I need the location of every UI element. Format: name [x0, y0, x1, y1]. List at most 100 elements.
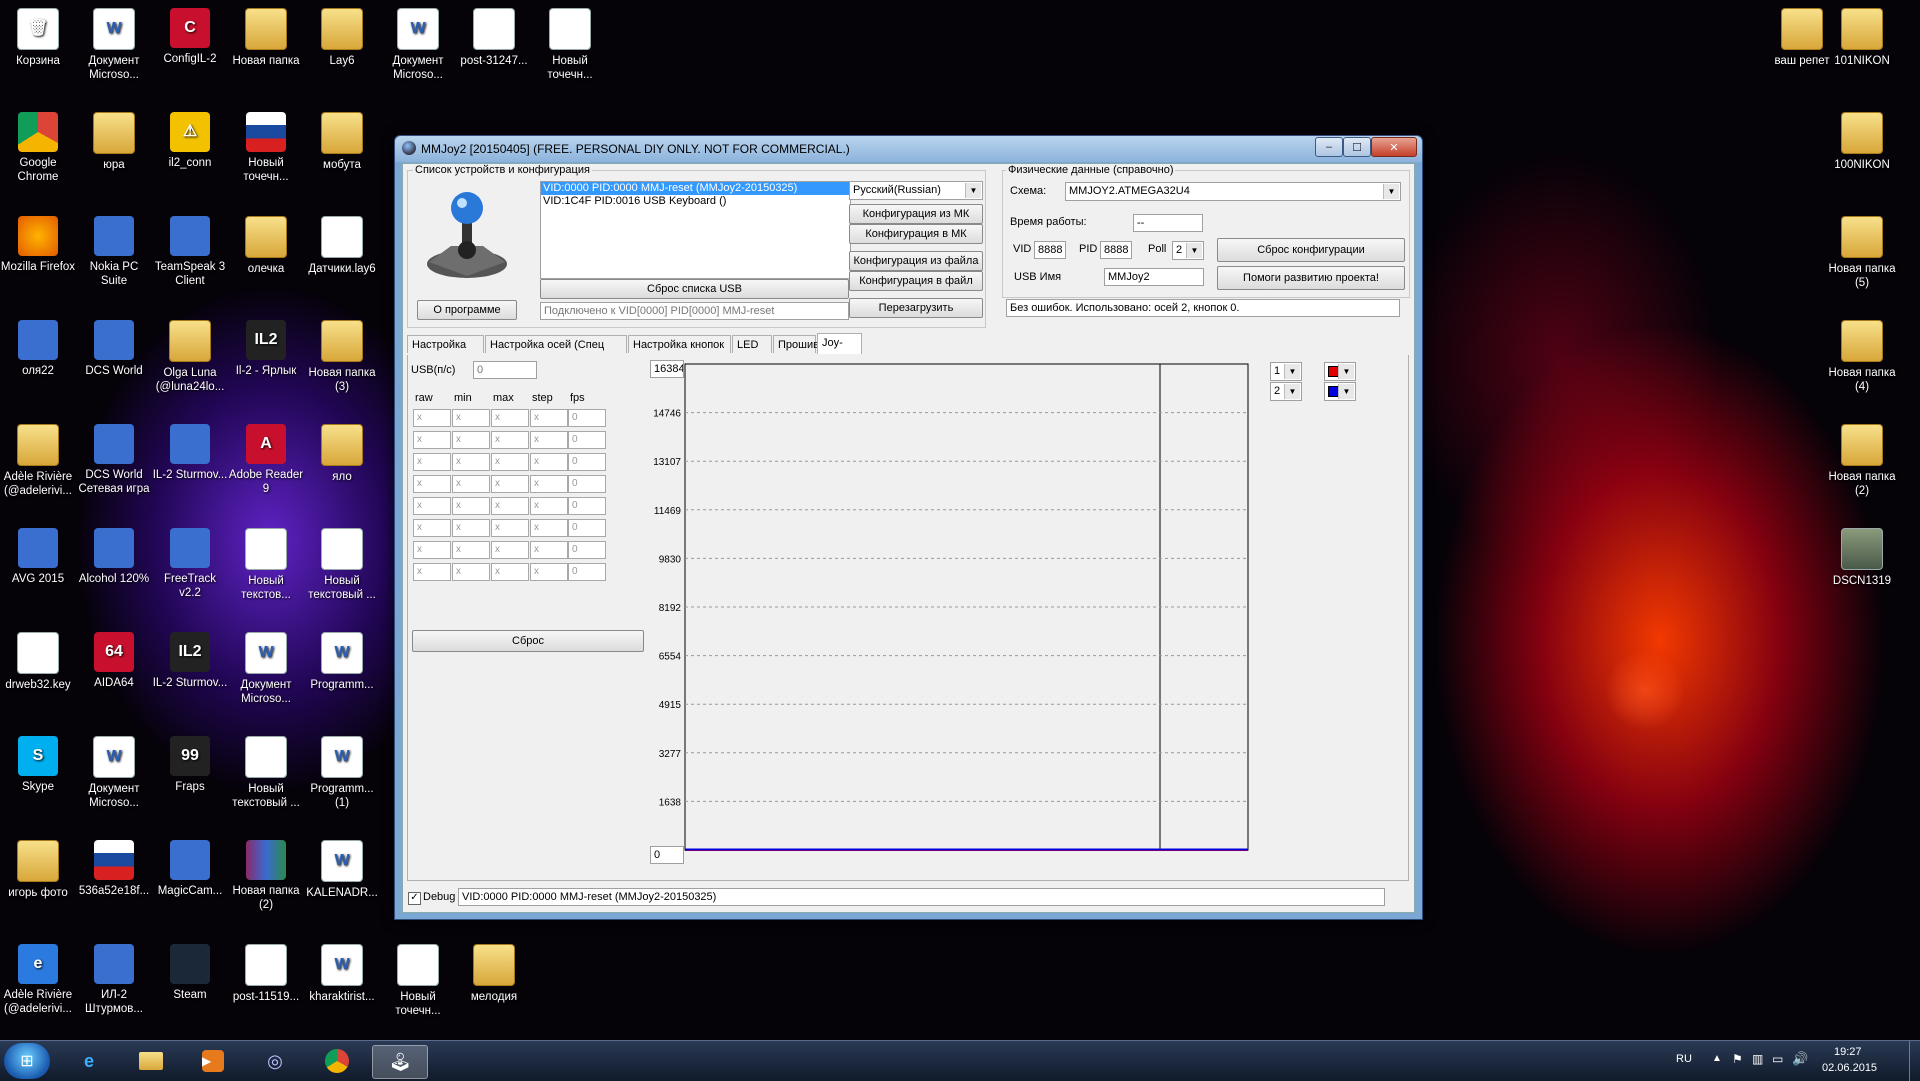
desktop-icon[interactable]: Новая папка — [228, 2, 304, 68]
desktop-icon[interactable]: AVG 2015 — [0, 522, 76, 586]
config-from-mk-button[interactable]: Конфигурация из МК — [849, 204, 983, 224]
power-icon[interactable]: ▭ — [1772, 1052, 1783, 1066]
taskbar-mmjoy[interactable]: 🕹 — [372, 1045, 428, 1079]
desktop-icon[interactable]: Новый точечн... — [532, 2, 608, 82]
tab-5[interactable]: Joy-tester — [817, 333, 862, 367]
desktop-icon[interactable]: IL-2 Sturmov... — [152, 418, 228, 482]
maximize-button[interactable]: ☐ — [1343, 137, 1371, 157]
desktop-icon[interactable]: TeamSpeak 3 Client — [152, 210, 228, 288]
flag-icon[interactable]: ⚑ — [1732, 1052, 1743, 1066]
desktop-icon[interactable]: Alcohol 120% — [76, 522, 152, 586]
desktop-icon[interactable]: Wkharaktirist... — [304, 938, 380, 1004]
config-from-file-button[interactable]: Конфигурация из файла — [849, 251, 983, 271]
minimize-button[interactable]: – — [1315, 137, 1343, 157]
desktop-icon[interactable]: A Adobe Reader 9 — [228, 418, 304, 496]
desktop-icon[interactable]: Новая папка (3) — [304, 314, 380, 394]
start-button[interactable]: ⊞ — [4, 1043, 50, 1079]
close-button[interactable]: ✕ — [1371, 137, 1417, 157]
desktop-icon[interactable]: юра — [76, 106, 152, 172]
desktop-icon[interactable]: S Skype — [0, 730, 76, 794]
scheme-select[interactable]: MMJOY2.ATMEGA32U4 ▼ — [1065, 182, 1401, 201]
reset-usb-list-button[interactable]: Сброс списка USB — [540, 279, 849, 299]
desktop-icon[interactable]: Adèle Rivière (@adelerivi... — [0, 418, 76, 498]
desktop-icon[interactable]: 101NIKON — [1824, 2, 1900, 68]
desktop-icon[interactable]: W Документ Microso... — [228, 626, 304, 706]
usb-name-field[interactable]: MMJoy2 — [1104, 268, 1204, 286]
taskbar-ie[interactable]: e — [62, 1045, 116, 1077]
desktop-icon[interactable]: ИЛ-2 Штурмов... — [76, 938, 152, 1016]
language-indicator[interactable]: RU — [1676, 1053, 1692, 1065]
desktop-icon[interactable]: 100NIKON — [1824, 106, 1900, 172]
desktop-icon[interactable]: Новая папка (2) — [1824, 418, 1900, 498]
desktop-icon[interactable]: W Programm... (1) — [304, 730, 380, 810]
poll-select[interactable]: 2 ▼ — [1172, 241, 1204, 260]
desktop-icon[interactable]: Nokia PC Suite — [76, 210, 152, 288]
desktop-icon[interactable]: W Документ Microso... — [380, 2, 456, 82]
desktop-icon[interactable]: C ConfigIL-2 — [152, 2, 228, 66]
desktop-icon[interactable]: Lay6 — [304, 2, 380, 68]
desktop-icon[interactable]: 64 AIDA64 — [76, 626, 152, 690]
desktop-icon[interactable]: FreeTrack v2.2 — [152, 522, 228, 600]
desktop-icon[interactable]: 536a52e18f... — [76, 834, 152, 898]
desktop-icon[interactable]: W Документ Microso... — [76, 730, 152, 810]
desktop-icon[interactable]: MagicCam... — [152, 834, 228, 898]
desktop-icon[interactable]: Новая папка (4) — [1824, 314, 1900, 394]
desktop-icon[interactable]: DCS World Сетевая игра — [76, 418, 152, 496]
pid-field[interactable]: 8888 — [1100, 241, 1132, 259]
desktop-icon[interactable]: Новый точечн... — [380, 938, 456, 1018]
reset-button[interactable]: Сброс — [412, 630, 644, 652]
desktop-icon[interactable]: Новая папка (2) — [228, 834, 304, 912]
config-to-file-button[interactable]: Конфигурация в файл — [849, 271, 983, 291]
channel-index-select[interactable]: 1 ▼ — [1270, 362, 1302, 381]
show-desktop-button[interactable] — [1909, 1041, 1920, 1081]
help-project-button[interactable]: Помоги развитию проекта! — [1217, 266, 1405, 290]
desktop-icon[interactable]: Датчики.lay6 — [304, 210, 380, 276]
desktop-icon[interactable]: post-11519... — [228, 938, 304, 1004]
device-list[interactable]: VID:0000 PID:0000 MMJ-reset (MMJoy2-2015… — [540, 181, 851, 279]
language-select[interactable]: Русский(Russian) ▼ — [849, 181, 983, 200]
desktop-icon[interactable]: мелодия — [456, 938, 532, 1004]
desktop-icon[interactable]: 🗑 Корзина — [0, 2, 76, 68]
desktop-icon[interactable]: W Документ Microso... — [76, 2, 152, 82]
desktop-icon[interactable]: мобута — [304, 106, 380, 172]
desktop-icon[interactable]: Новый текстовый ... — [228, 730, 304, 810]
device-list-item[interactable]: VID:1C4F PID:0016 USB Keyboard () — [541, 195, 850, 208]
desktop-icon[interactable]: олечка — [228, 210, 304, 276]
config-to-mk-button[interactable]: Конфигурация в МК — [849, 224, 983, 244]
desktop-icon[interactable]: Новый текстов... — [228, 522, 304, 602]
desktop-icon[interactable]: W KALENADR... — [304, 834, 380, 900]
device-list-item[interactable]: VID:0000 PID:0000 MMJ-reset (MMJoy2-2015… — [541, 182, 850, 195]
desktop-icon[interactable]: Olga Luna (@luna24lo... — [152, 314, 228, 394]
desktop-icon[interactable]: IL2 Il-2 - Ярлык — [228, 314, 304, 378]
taskbar-app[interactable]: ◎ — [248, 1045, 302, 1077]
taskbar-explorer[interactable] — [124, 1045, 178, 1077]
desktop-icon[interactable]: Mozilla Firefox — [0, 210, 76, 274]
clock-date[interactable]: 02.06.2015 — [1822, 1062, 1877, 1074]
desktop-icon[interactable]: DSCN1319 — [1824, 522, 1900, 588]
vid-field[interactable]: 8888 — [1034, 241, 1066, 259]
desktop-icon[interactable]: post-31247... — [456, 2, 532, 68]
window-titlebar[interactable]: MMJoy2 [20150405] (FREE. PERSONAL DIY ON… — [395, 136, 1422, 162]
reboot-button[interactable]: Перезагрузить — [849, 298, 983, 318]
desktop-icon[interactable]: drweb32.key — [0, 626, 76, 692]
channel-index-select[interactable]: 2 ▼ — [1270, 382, 1302, 401]
channel-color-select[interactable]: ▼ — [1324, 362, 1356, 381]
about-button[interactable]: О программе — [417, 300, 517, 320]
tab-0[interactable]: Настройка осей — [407, 335, 484, 369]
channel-color-select[interactable]: ▼ — [1324, 382, 1356, 401]
tab-4[interactable]: Прошивка — [773, 335, 830, 353]
desktop-icon[interactable]: Steam — [152, 938, 228, 1002]
desktop-icon[interactable]: DCS World — [76, 314, 152, 378]
desktop-icon[interactable]: e Adèle Rivière (@adelerivi... — [0, 938, 76, 1016]
tab-3[interactable]: LED — [732, 335, 772, 353]
tray-expand-icon[interactable]: ▲ — [1712, 1053, 1722, 1064]
clock-time[interactable]: 19:27 — [1834, 1046, 1862, 1058]
desktop-icon[interactable]: Google Chrome — [0, 106, 76, 184]
debug-checkbox[interactable]: ✓ — [408, 892, 421, 905]
desktop-icon[interactable]: оля22 — [0, 314, 76, 378]
desktop-icon[interactable]: Новая папка (5) — [1824, 210, 1900, 290]
taskbar-media[interactable]: ▶ — [186, 1045, 240, 1077]
desktop-icon[interactable]: IL2 IL-2 Sturmov... — [152, 626, 228, 690]
taskbar-chrome[interactable] — [310, 1045, 364, 1077]
desktop-icon[interactable]: яло — [304, 418, 380, 484]
